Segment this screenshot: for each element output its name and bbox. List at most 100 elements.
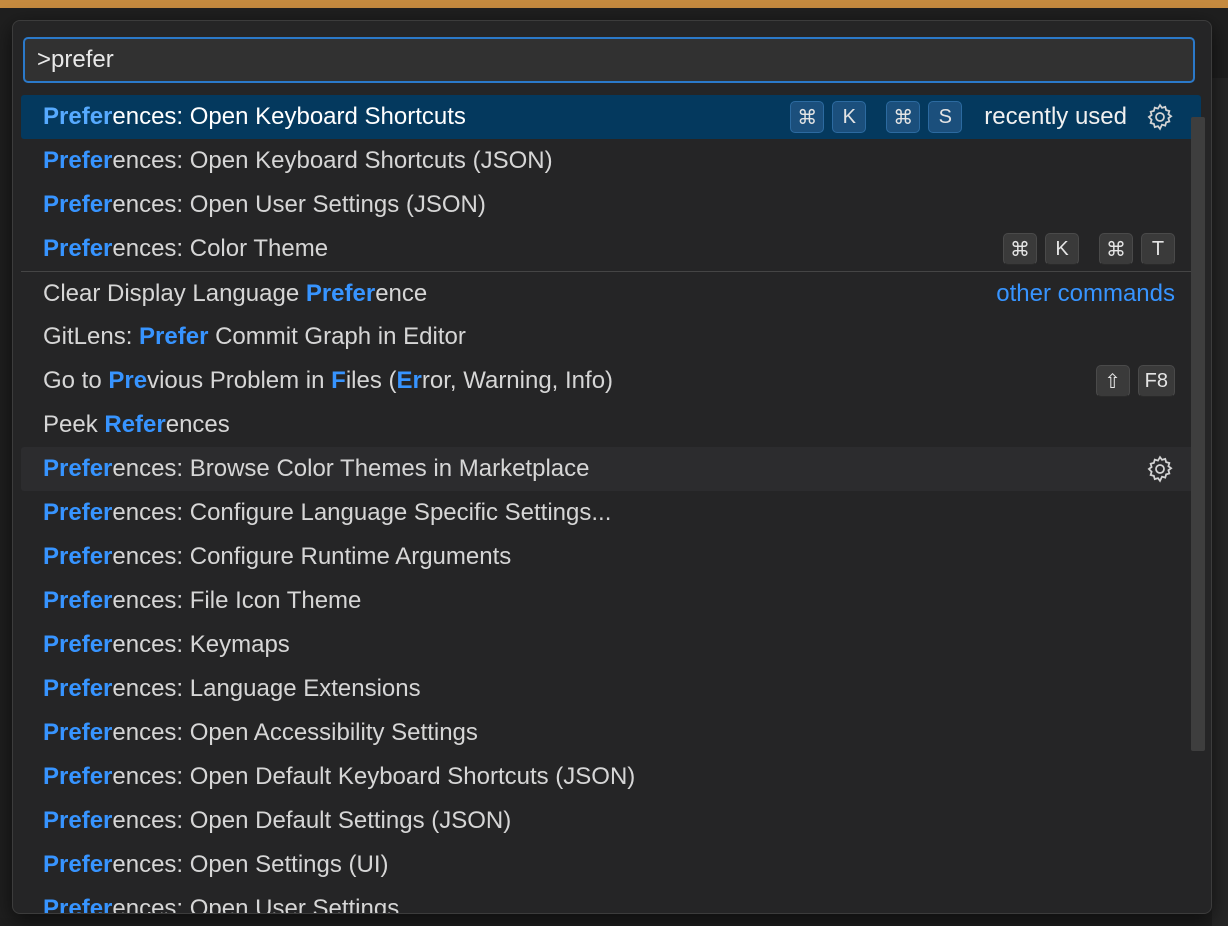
label-text: ences: Browse Color Themes in Marketplac… — [112, 455, 590, 482]
command-label: Preferences: Color Theme — [43, 235, 993, 263]
command-item[interactable]: Preferences: Color Theme ⌘ K ⌘ T — [21, 227, 1201, 271]
command-item[interactable]: Preferences: Open Accessibility Settings — [21, 711, 1201, 755]
key-cap: ⌘ — [886, 101, 921, 133]
match-highlight: Prefer — [43, 147, 113, 174]
label-text: ences: Open Keyboard Shortcuts — [112, 103, 466, 130]
command-item[interactable]: Preferences: Keymaps — [21, 623, 1201, 667]
command-meta: ⌘ K ⌘ T — [993, 233, 1175, 265]
match-highlight: Refer — [104, 411, 166, 438]
command-label: Preferences: File Icon Theme — [43, 587, 1175, 615]
match-highlight: Prefer — [139, 323, 209, 350]
command-label: Go to Previous Problem in Files (Error, … — [43, 367, 1086, 395]
keybinding-chord: ⌘ K — [1003, 233, 1079, 265]
key-cap: ⌘ — [1003, 233, 1037, 265]
label-text: vious Problem in — [147, 367, 332, 394]
command-label: Preferences: Language Extensions — [43, 675, 1175, 703]
command-label: Preferences: Open Keyboard Shortcuts — [43, 103, 780, 131]
label-text: ences: Keymaps — [112, 631, 290, 658]
command-item[interactable]: Preferences: Configure Language Specific… — [21, 491, 1201, 535]
command-item[interactable]: Preferences: Open Default Settings (JSON… — [21, 799, 1201, 843]
label-text: Go to — [43, 367, 109, 394]
match-highlight: Prefer — [305, 279, 376, 307]
label-text: ences: Open Accessibility Settings — [112, 719, 478, 746]
label-text: ences: Open User Settings — [112, 895, 400, 914]
label-text: ences: Configure Runtime Arguments — [112, 543, 512, 570]
command-item[interactable]: Preferences: Open Settings (UI) — [21, 843, 1201, 887]
gear-icon[interactable] — [1145, 102, 1175, 132]
match-highlight: F — [331, 367, 346, 394]
command-item[interactable]: Preferences: Configure Runtime Arguments — [21, 535, 1201, 579]
label-text: ences: File Icon Theme — [112, 587, 362, 614]
label-text: Peek — [43, 411, 105, 438]
label-text: ences: Open Keyboard Shortcuts (JSON) — [112, 147, 553, 174]
command-item[interactable]: Clear Display Language Preference other c… — [21, 271, 1201, 315]
match-highlight: Prefer — [43, 587, 113, 614]
label-text: ences: Open Default Keyboard Shortcuts (… — [112, 763, 636, 790]
command-item[interactable]: Preferences: Browse Color Themes in Mark… — [21, 447, 1201, 491]
command-label: Preferences: Configure Runtime Arguments — [43, 543, 1175, 571]
command-meta — [1137, 454, 1175, 484]
label-text: ence — [375, 279, 428, 307]
command-label: Preferences: Open Default Keyboard Short… — [43, 763, 1175, 791]
key-cap: ⌘ — [1099, 233, 1133, 265]
command-item[interactable]: Preferences: Open Default Keyboard Short… — [21, 755, 1201, 799]
command-item[interactable]: Preferences: Open Keyboard Shortcuts ⌘ K ⌘ S… — [21, 95, 1201, 139]
command-item[interactable]: Preferences: File Icon Theme — [21, 579, 1201, 623]
label-text: ences — [165, 411, 230, 438]
match-highlight: Prefer — [43, 807, 113, 834]
command-item[interactable]: Preferences: Open User Settings (JSON) — [21, 183, 1201, 227]
keybinding-chord: ⌘ T — [1099, 233, 1175, 265]
command-label: Preferences: Open Settings (UI) — [43, 851, 1175, 879]
command-list-scrollbar[interactable] — [1191, 117, 1205, 751]
command-label: Preferences: Open Keyboard Shortcuts (JS… — [43, 147, 1175, 175]
window-top-strip — [0, 0, 1228, 8]
command-item[interactable]: Go to Previous Problem in Files (Error, … — [21, 359, 1201, 403]
command-meta: other commands — [984, 280, 1175, 308]
match-highlight: Prefer — [43, 455, 113, 482]
command-label: GitLens: Prefer Commit Graph in Editor — [43, 323, 1175, 351]
key-cap: K — [832, 101, 867, 133]
recently-used-label: recently used — [984, 103, 1127, 130]
gear-icon[interactable] — [1145, 454, 1175, 484]
command-item[interactable]: Preferences: Open User Settings — [21, 887, 1201, 914]
command-item[interactable]: Peek References — [21, 403, 1201, 447]
label-text: Commit Graph in Editor — [208, 323, 466, 350]
command-palette-input[interactable] — [37, 46, 1193, 74]
command-label: Preferences: Configure Language Specific… — [43, 499, 1175, 527]
key-cap: ⇧ — [1095, 365, 1130, 397]
key-cap: K — [1045, 233, 1079, 265]
command-label: Preferences: Browse Color Themes in Mark… — [43, 455, 1137, 483]
label-text: ences: Open Settings (UI) — [112, 851, 389, 878]
command-meta: ⇧ F8 — [1086, 365, 1175, 397]
match-highlight: Prefer — [43, 895, 113, 914]
label-text: ences: Configure Language Specific Setti… — [112, 499, 612, 526]
key-cap: ⌘ — [790, 101, 825, 133]
match-highlight: Prefer — [43, 719, 113, 746]
label-text: ences: Open User Settings (JSON) — [112, 191, 486, 218]
command-label: Preferences: Keymaps — [43, 631, 1175, 659]
command-meta: ⌘ K ⌘ Srecently used — [780, 101, 1175, 133]
match-highlight: Prefer — [43, 631, 113, 658]
match-highlight: Pre — [108, 367, 148, 394]
command-item[interactable]: Preferences: Language Extensions — [21, 667, 1201, 711]
command-item[interactable]: GitLens: Prefer Commit Graph in Editor — [21, 315, 1201, 359]
command-item[interactable]: Preferences: Open Keyboard Shortcuts (JS… — [21, 139, 1201, 183]
command-label: Preferences: Open User Settings (JSON) — [43, 191, 1175, 219]
label-text: iles ( — [345, 367, 397, 394]
command-palette: Preferences: Open Keyboard Shortcuts⌘K⌘S… — [12, 20, 1212, 914]
command-label: Preferences: Open User Settings — [43, 895, 1175, 914]
keybinding-chord: ⌘ K — [790, 101, 867, 133]
command-palette-input-box[interactable] — [23, 37, 1195, 83]
label-text: ences: Language Extensions — [112, 675, 421, 702]
match-highlight: Prefer — [43, 763, 113, 790]
match-highlight: Prefer — [43, 191, 113, 218]
command-label: Peek References — [43, 411, 1175, 439]
label-text: ences: Open Default Settings (JSON) — [112, 807, 512, 834]
match-highlight: Er — [396, 367, 422, 394]
match-highlight: Prefer — [43, 235, 113, 262]
command-label: Clear Display Language Preference — [43, 280, 984, 308]
editor-side-pane — [1212, 78, 1228, 926]
match-highlight: Prefer — [43, 543, 113, 570]
keybinding-chord: ⇧ F8 — [1095, 365, 1175, 397]
label-text: Clear Display Language — [43, 279, 306, 307]
